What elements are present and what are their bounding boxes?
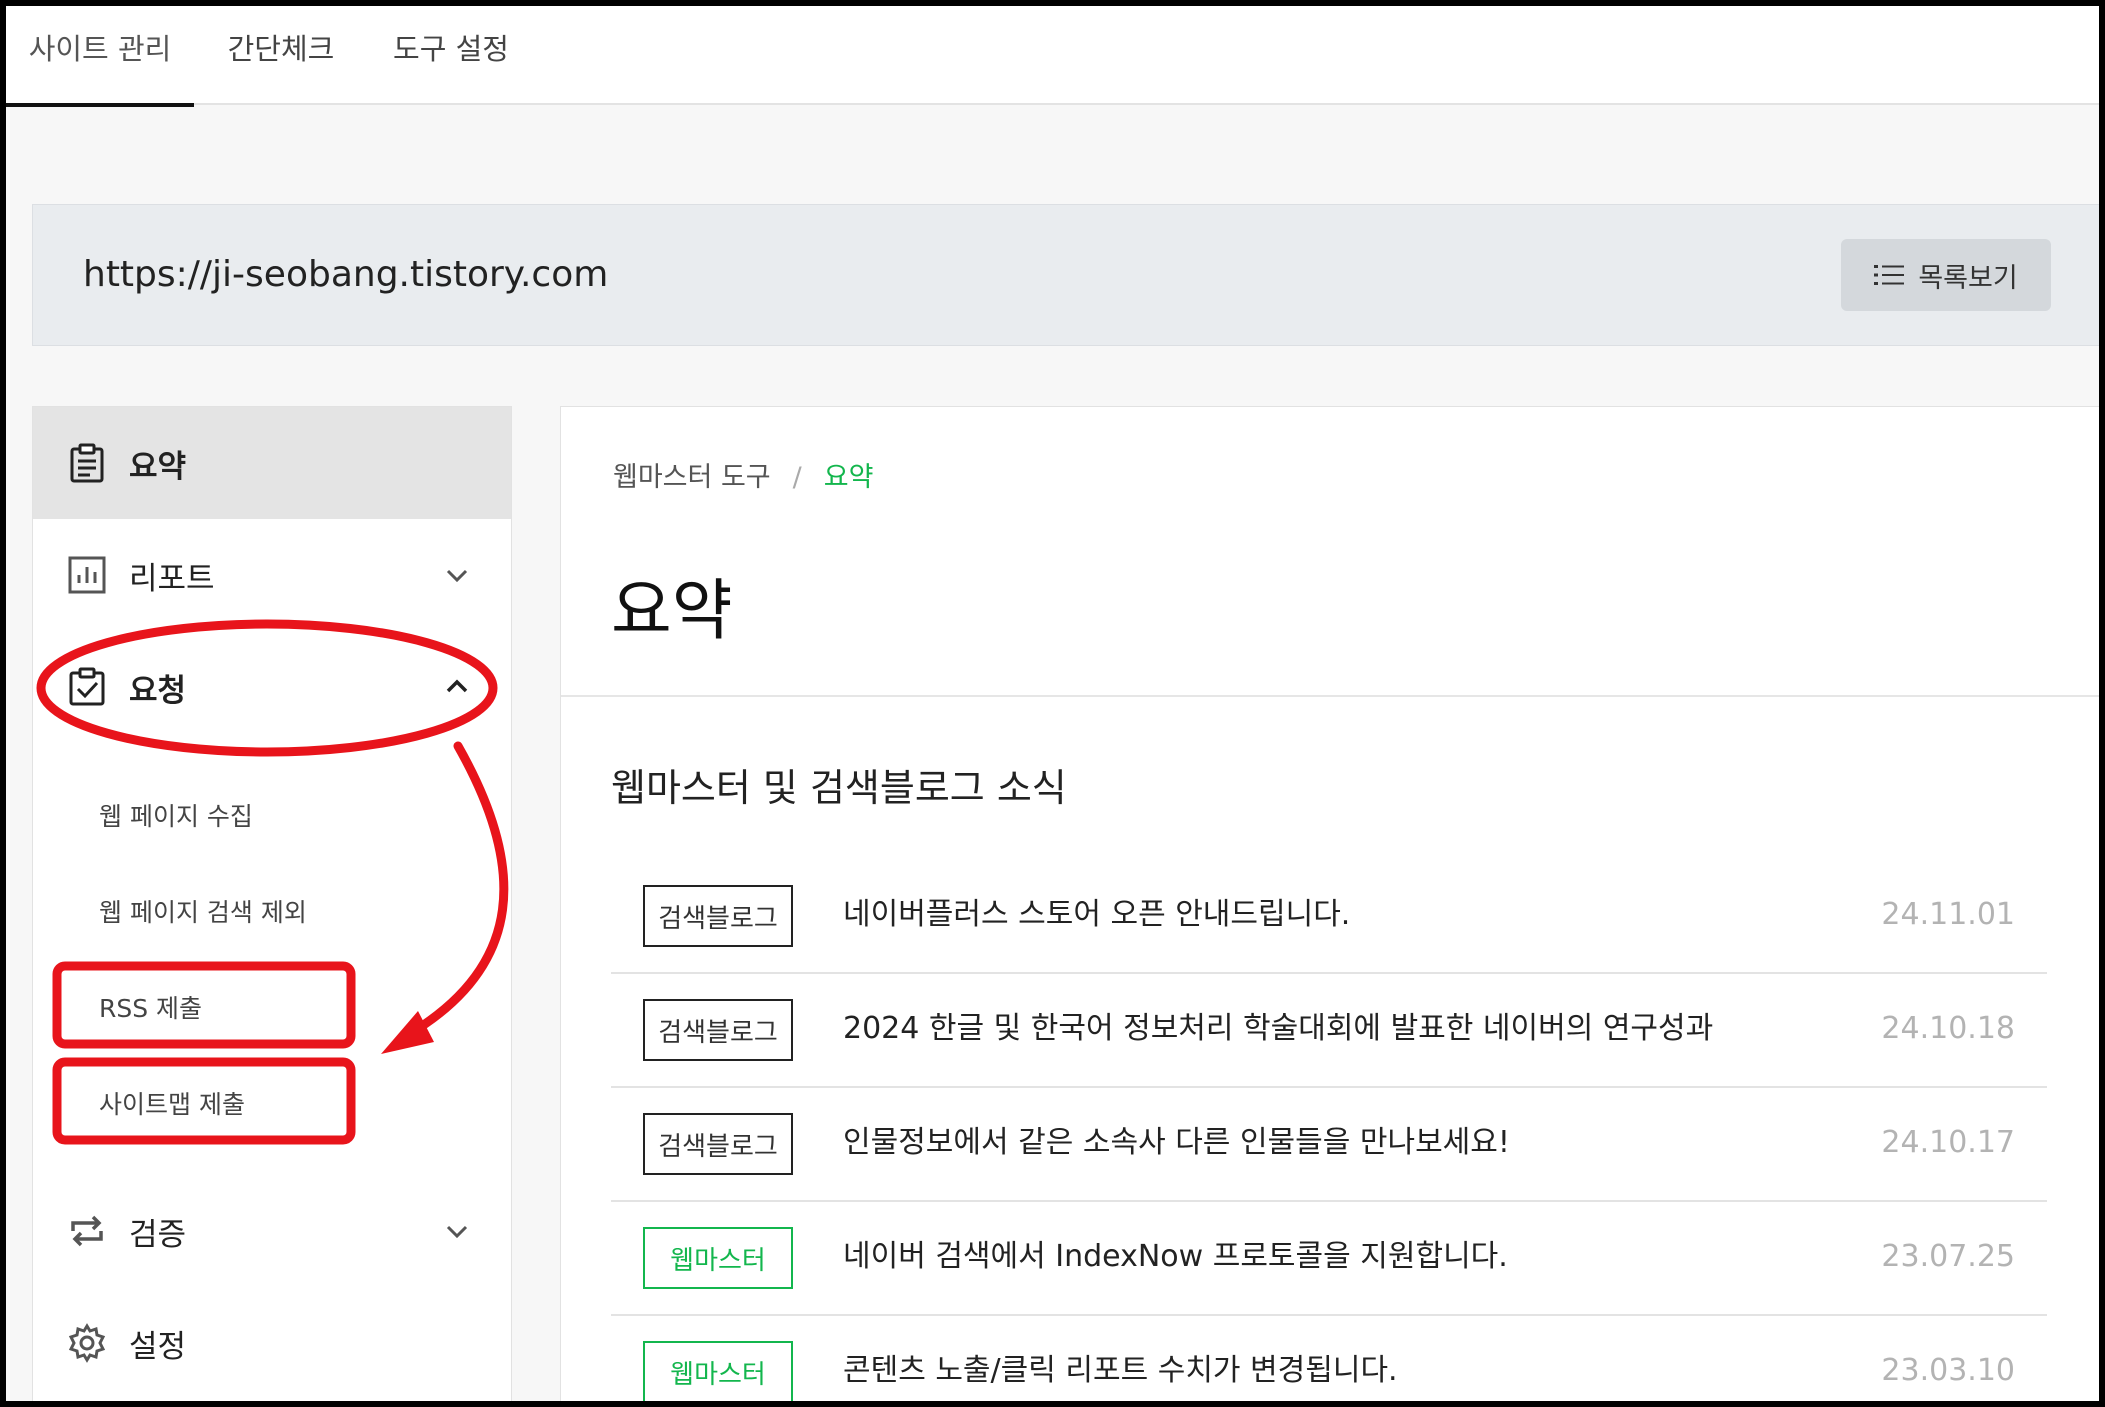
news-row[interactable]: 웹마스터 콘텐츠 노출/클릭 리포트 수치가 변경됩니다. 23.03.10 xyxy=(611,1316,2047,1401)
list-view-button[interactable]: 목록보기 xyxy=(1841,239,2051,311)
sidebar-item-label: 리포트 xyxy=(129,560,215,597)
breadcrumb-current: 요약 xyxy=(823,462,874,493)
sidebar-item-label: 요약 xyxy=(129,448,187,485)
news-title[interactable]: 네이버 검색에서 IndexNow 프로토콜을 지원합니다. xyxy=(843,1202,1508,1312)
category-badge: 검색블로그 xyxy=(643,1113,793,1175)
sidebar-item-label: 설정 xyxy=(129,1328,187,1365)
sidebar-item-request[interactable]: 요청 xyxy=(33,631,511,743)
breadcrumb-separator: / xyxy=(792,462,802,493)
sidebar: 요약 리포트 요청 웹 페이지 수집 웹 페이지 검색 제외 RSS 제출 사이… xyxy=(32,406,512,1401)
news-section-title: 웹마스터 및 검색블로그 소식 xyxy=(611,766,1067,810)
tab-site-management[interactable]: 사이트 관리 xyxy=(6,6,194,107)
category-badge: 검색블로그 xyxy=(643,999,793,1061)
sidebar-item-verify[interactable]: 검증 xyxy=(33,1175,511,1287)
tab-quick-check[interactable]: 간단체크 xyxy=(216,6,346,105)
news-title[interactable]: 네이버플러스 스토어 오픈 안내드립니다. xyxy=(843,860,1350,970)
sidebar-subitem-web-page-exclude[interactable]: 웹 페이지 검색 제외 xyxy=(99,893,307,929)
clipboard-check-icon xyxy=(69,667,105,706)
chevron-down-icon[interactable] xyxy=(443,1217,471,1245)
list-view-label: 목록보기 xyxy=(1918,262,2018,294)
sidebar-subitem-rss-submit[interactable]: RSS 제출 xyxy=(99,989,202,1025)
news-date: 24.11.01 xyxy=(1881,897,2015,932)
tab-tool-settings[interactable]: 도구 설정 xyxy=(386,6,516,105)
main-content: 웹마스터 도구 / 요약 요약 웹마스터 및 검색블로그 소식 검색블로그 네이버플… xyxy=(560,406,2099,1401)
chevron-down-icon[interactable] xyxy=(443,561,471,589)
top-tab-bar: 사이트 관리 간단체크 도구 설정 xyxy=(6,6,2099,107)
breadcrumb-root[interactable]: 웹마스터 도구 xyxy=(613,462,771,493)
category-badge: 웹마스터 xyxy=(643,1227,793,1289)
window: 사이트 관리 간단체크 도구 설정 https://ji-seobang.tis… xyxy=(6,6,2099,1401)
sidebar-subitem-sitemap-submit[interactable]: 사이트맵 제출 xyxy=(99,1085,245,1121)
divider xyxy=(561,695,2099,697)
news-title[interactable]: 인물정보에서 같은 소속사 다른 인물들을 만나보세요! xyxy=(843,1088,1510,1198)
news-date: 24.10.17 xyxy=(1881,1125,2015,1160)
category-badge: 검색블로그 xyxy=(643,885,793,947)
chevron-up-icon[interactable] xyxy=(443,673,471,701)
sidebar-item-label: 검증 xyxy=(129,1216,187,1253)
category-badge: 웹마스터 xyxy=(643,1341,793,1401)
sidebar-item-report[interactable]: 리포트 xyxy=(33,519,511,631)
news-row[interactable]: 검색블로그 2024 한글 및 한국어 정보처리 학술대회에 발표한 네이버의 … xyxy=(611,974,2047,1088)
clipboard-icon xyxy=(70,443,104,483)
sidebar-item-label: 요청 xyxy=(129,672,187,709)
news-row[interactable]: 검색블로그 네이버플러스 스토어 오픈 안내드립니다. 24.11.01 xyxy=(611,860,2047,974)
news-title[interactable]: 2024 한글 및 한국어 정보처리 학술대회에 발표한 네이버의 연구성과 xyxy=(843,974,1713,1084)
page-title: 요약 xyxy=(611,572,733,649)
site-url: https://ji-seobang.tistory.com xyxy=(83,254,609,295)
sidebar-subitem-web-page-crawl[interactable]: 웹 페이지 수집 xyxy=(99,797,253,833)
chart-icon xyxy=(68,556,106,594)
list-icon xyxy=(1874,265,1905,285)
breadcrumb: 웹마스터 도구 / 요약 xyxy=(613,455,873,494)
news-date: 24.10.18 xyxy=(1881,1011,2015,1046)
news-date: 23.07.25 xyxy=(1881,1239,2015,1274)
news-row[interactable]: 웹마스터 네이버 검색에서 IndexNow 프로토콜을 지원합니다. 23.0… xyxy=(611,1202,2047,1316)
sidebar-item-summary[interactable]: 요약 xyxy=(33,407,511,519)
gear-icon xyxy=(68,1323,106,1363)
news-row[interactable]: 검색블로그 인물정보에서 같은 소속사 다른 인물들을 만나보세요! 24.10… xyxy=(611,1088,2047,1202)
site-url-bar: https://ji-seobang.tistory.com 목록보기 xyxy=(32,204,2099,346)
sidebar-item-settings[interactable]: 설정 xyxy=(33,1287,511,1399)
news-title[interactable]: 콘텐츠 노출/클릭 리포트 수치가 변경됩니다. xyxy=(843,1316,1398,1401)
news-date: 23.03.10 xyxy=(1881,1353,2015,1388)
repeat-icon xyxy=(71,1215,103,1247)
